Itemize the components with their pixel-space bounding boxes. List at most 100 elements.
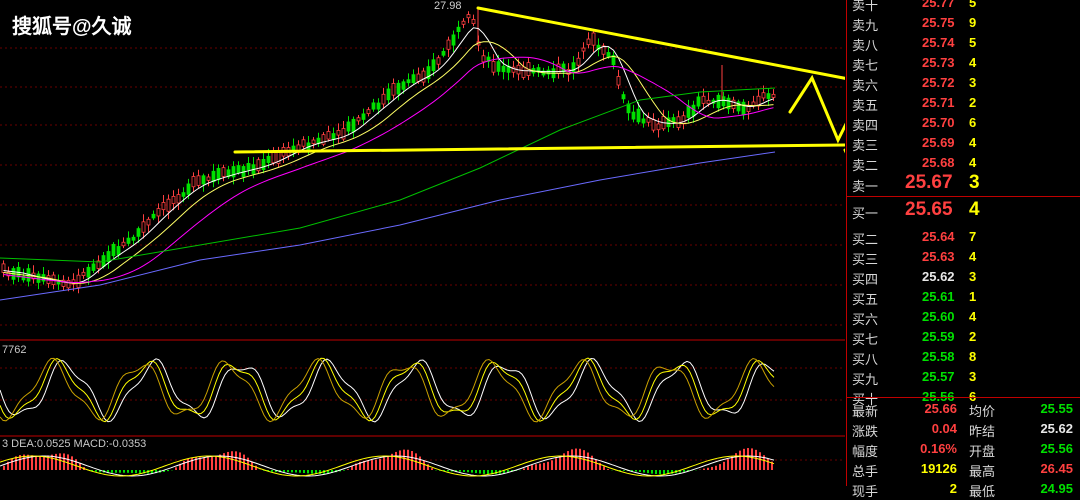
stat-label: 开盘 (969, 444, 996, 459)
ask-label: 卖四 (852, 118, 879, 133)
bid-label: 买五 (852, 292, 879, 307)
ask-label: 卖九 (852, 18, 879, 33)
ask-row[interactable]: 卖九 25.75 9 (847, 14, 1080, 33)
bid-label: 买七 (852, 332, 879, 347)
stat-label: 最低 (969, 484, 996, 499)
ask-label: 卖十 (852, 0, 879, 13)
bid-volume: 3 (969, 269, 977, 284)
bid-volume: 7 (969, 229, 977, 244)
stat-value: 25.56 (1040, 441, 1073, 456)
stat-value: 0.16% (920, 441, 957, 456)
macd-indicator (0, 448, 775, 477)
bid-row[interactable]: 买五 25.61 1 (847, 288, 1080, 307)
stat-label: 最高 (969, 464, 996, 479)
bid-price: 25.65 (905, 199, 953, 220)
chart-area[interactable]: 搜狐号@久诚 27.98 7762 3 DEA:0.0525 MACD:-0.0… (0, 0, 845, 486)
ask-price: 25.75 (922, 15, 955, 30)
ask-price: 25.68 (922, 155, 955, 170)
ask-row[interactable]: 卖二 25.68 4 (847, 154, 1080, 173)
ask-volume: 9 (969, 15, 977, 30)
bid-row[interactable]: 买一 25.65 4 (847, 199, 1080, 221)
ask-label: 卖二 (852, 158, 879, 173)
price-chart[interactable] (0, 0, 845, 486)
bid-volume: 2 (969, 329, 977, 344)
stat-label: 涨跌 (852, 424, 879, 439)
stat-label: 幅度 (852, 444, 879, 459)
bid-volume: 4 (969, 199, 980, 220)
ask-volume: 6 (969, 115, 977, 130)
stat-value: 25.55 (1040, 401, 1073, 416)
stat-label: 最新 (852, 404, 879, 419)
stat-item: 开盘 25.56 (969, 440, 1073, 459)
stat-item: 现手 2 (852, 480, 957, 499)
stat-item: 均价 25.55 (969, 400, 1073, 419)
bid-row[interactable]: 买三 25.63 4 (847, 248, 1080, 267)
bid-row[interactable]: 买八 25.58 8 (847, 348, 1080, 367)
stat-value: 25.66 (924, 401, 957, 416)
ask-volume: 2 (969, 95, 977, 110)
stat-item: 最新 25.66 (852, 400, 957, 419)
bid-row[interactable]: 买六 25.60 4 (847, 308, 1080, 327)
stat-label: 昨结 (969, 424, 996, 439)
stat-label: 均价 (969, 404, 996, 419)
stat-value: 19126 (920, 461, 957, 476)
book-divider (847, 196, 1080, 197)
ask-row[interactable]: 卖六 25.72 3 (847, 74, 1080, 93)
ask-row[interactable]: 卖三 25.69 4 (847, 134, 1080, 153)
stat-item: 总手 19126 (852, 460, 957, 479)
ask-price: 25.67 (905, 172, 953, 193)
stat-item: 最低 24.95 (969, 480, 1073, 499)
stat-label: 总手 (852, 464, 879, 479)
stat-value: 2 (949, 481, 957, 496)
peak-price-label: 27.98 (434, 0, 462, 12)
ask-price: 25.69 (922, 135, 955, 150)
ask-row[interactable]: 卖八 25.74 5 (847, 34, 1080, 53)
bid-label: 买六 (852, 312, 879, 327)
stat-label: 现手 (852, 484, 879, 499)
ask-label: 卖七 (852, 58, 879, 73)
kdj-label: 7762 (2, 344, 27, 356)
bid-row[interactable]: 买四 25.62 3 (847, 268, 1080, 287)
stats-divider (847, 397, 1080, 398)
bid-volume: 3 (969, 369, 977, 384)
bid-price: 25.64 (922, 229, 955, 244)
ask-label: 卖三 (852, 138, 879, 153)
bid-price: 25.60 (922, 309, 955, 324)
bid-label: 买二 (852, 232, 879, 247)
ask-row[interactable]: 卖一 25.67 3 (847, 172, 1080, 194)
bid-price: 25.59 (922, 329, 955, 344)
bid-label: 买三 (852, 252, 879, 267)
bid-row[interactable]: 买二 25.64 7 (847, 228, 1080, 247)
ask-volume: 4 (969, 155, 977, 170)
forecast-path (788, 74, 845, 144)
bid-volume: 4 (969, 309, 977, 324)
ask-price: 25.70 (922, 115, 955, 130)
bid-row[interactable]: 买七 25.59 2 (847, 328, 1080, 347)
bid-volume: 4 (969, 249, 977, 264)
ask-row[interactable]: 卖四 25.70 6 (847, 114, 1080, 133)
ask-row[interactable]: 卖五 25.71 2 (847, 94, 1080, 113)
ask-price: 25.74 (922, 35, 955, 50)
ask-volume: 3 (969, 172, 980, 193)
ask-row[interactable]: 卖十 25.77 5 (847, 0, 1080, 13)
stat-item: 最高 26.45 (969, 460, 1073, 479)
bid-volume: 1 (969, 289, 977, 304)
ask-volume: 3 (969, 75, 977, 90)
bid-label: 买八 (852, 352, 879, 367)
stat-value: 0.04 (931, 421, 957, 436)
bid-label: 买九 (852, 372, 879, 387)
ask-price: 25.73 (922, 55, 955, 70)
stat-value: 26.45 (1040, 461, 1073, 476)
bid-label: 买一 (852, 206, 879, 221)
bid-row[interactable]: 买九 25.57 3 (847, 368, 1080, 387)
ask-row[interactable]: 卖七 25.73 4 (847, 54, 1080, 73)
ask-volume: 5 (969, 0, 977, 10)
ask-volume: 5 (969, 35, 977, 50)
ask-volume: 4 (969, 135, 977, 150)
bid-price: 25.63 (922, 249, 955, 264)
ask-label: 卖八 (852, 38, 879, 53)
order-book-panel: 卖十 25.77 5 卖九 25.75 9 卖八 25.74 5 卖七 25.73 4 卖六 25.72 3… (846, 0, 1080, 499)
ask-price: 25.72 (922, 75, 955, 90)
stat-item: 幅度 0.16% (852, 440, 957, 459)
moving-averages (0, 27, 776, 301)
